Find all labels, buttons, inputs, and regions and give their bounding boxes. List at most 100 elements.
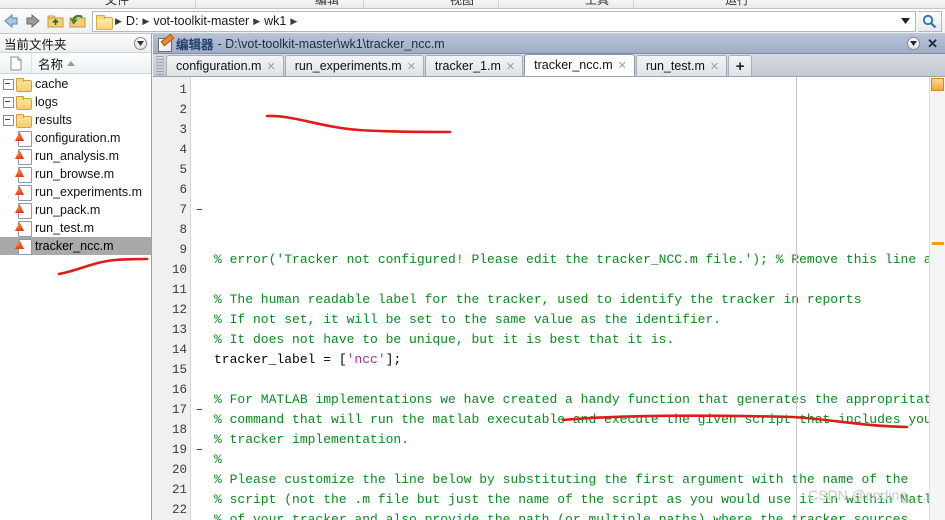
fold-mark[interactable] (191, 340, 208, 360)
fold-mark[interactable] (191, 280, 208, 300)
file-list-item[interactable]: run_analysis.m (0, 147, 151, 165)
expand-toggle-icon[interactable] (2, 96, 14, 108)
code-line[interactable]: % If not set, it will be set to the same… (208, 310, 945, 330)
code-line[interactable]: % error('Tracker not configured! Please … (208, 250, 945, 270)
menu-item-file[interactable]: 文件 (105, 0, 129, 8)
search-icon[interactable] (918, 10, 942, 32)
up-folder-icon[interactable] (44, 10, 66, 32)
expand-toggle-icon[interactable] (2, 78, 14, 90)
tab-close-icon[interactable]: ✕ (618, 59, 627, 72)
editor-tab[interactable]: configuration.m ✕ (166, 55, 284, 76)
code-line[interactable]: % The human readable label for the track… (208, 290, 945, 310)
fold-mark[interactable] (191, 320, 208, 340)
line-number: 10 (171, 263, 187, 277)
editor-tab[interactable]: tracker_ncc.m ✕ (524, 54, 635, 76)
code-line[interactable]: % script (not the .m file but just the n… (208, 490, 945, 510)
code-line[interactable] (208, 370, 945, 390)
address-field[interactable]: ▶ D: ▶ vot-toolkit-master ▶ wk1 ▶ (92, 10, 916, 32)
code-editor-area[interactable]: 1 2 3 4 5 6 7 8 9 10 11 12 13 14 15 16 17 18 19 20 21 22 – – – … (153, 77, 945, 520)
file-list-item[interactable]: run_test.m (0, 219, 151, 237)
expand-toggle-icon[interactable] (2, 114, 14, 126)
editor-tab[interactable]: run_experiments.m ✕ (284, 55, 424, 76)
column-header-name[interactable]: 名称 (32, 54, 151, 73)
fold-mark[interactable] (191, 500, 208, 520)
file-list-item[interactable]: run_experiments.m (0, 183, 151, 201)
code-line[interactable] (208, 270, 945, 290)
menu-item-tools[interactable]: 工具 (585, 0, 609, 8)
fold-mark[interactable]: – (191, 400, 208, 420)
vertical-scrollbar[interactable] (929, 77, 945, 520)
fold-mark[interactable] (191, 160, 208, 180)
matlab-file-icon (15, 167, 32, 183)
editor-tab[interactable]: run_test.m ✕ (635, 55, 728, 76)
fold-mark[interactable] (191, 300, 208, 320)
file-list-item[interactable]: results (0, 111, 151, 129)
close-icon[interactable]: ✕ (927, 37, 938, 50)
matlab-file-icon (15, 203, 32, 219)
tab-strip-grip[interactable] (156, 56, 164, 75)
code-line[interactable]: % Please customize the line below by sub… (208, 470, 945, 490)
code-token-comment: % tracker implementation. (214, 432, 410, 447)
fold-mark[interactable] (191, 120, 208, 140)
fold-mark[interactable] (191, 260, 208, 280)
menu-item-view[interactable]: 视图 (450, 0, 474, 8)
editor-tab[interactable]: tracker_1.m ✕ (424, 55, 524, 76)
code-line[interactable]: % command that will run the matlab execu… (208, 410, 945, 430)
current-folder-title: 当前文件夹 (4, 37, 67, 52)
code-line[interactable]: % For MATLAB implementations we have cre… (208, 390, 945, 410)
file-list-item-label: run_experiments.m (35, 185, 142, 199)
editor-options-chevron-down-circle-icon[interactable] (907, 37, 921, 50)
breadcrumb-item-drive[interactable]: D: (123, 14, 142, 28)
file-list-item[interactable]: run_pack.m (0, 201, 151, 219)
file-list-item[interactable]: tracker_ncc.m (0, 237, 151, 255)
file-list-item[interactable]: cache (0, 75, 151, 93)
back-arrow-icon[interactable] (0, 10, 22, 32)
fold-mark[interactable] (191, 220, 208, 240)
fold-mark[interactable] (191, 100, 208, 120)
fold-mark[interactable] (191, 480, 208, 500)
menu-item-run[interactable]: 运行 (725, 0, 749, 8)
editor-title-path: - D:\vot-toolkit-master\wk1\tracker_ncc.… (217, 36, 445, 51)
tab-close-icon[interactable]: ✕ (266, 60, 275, 73)
chevron-down-icon[interactable] (897, 12, 913, 31)
forward-arrow-icon[interactable] (22, 10, 44, 32)
fold-mark[interactable] (191, 360, 208, 380)
file-list-item[interactable]: configuration.m (0, 129, 151, 147)
fold-mark[interactable]: – (191, 440, 208, 460)
code-line[interactable]: % It does not have to be unique, but it … (208, 330, 945, 350)
code-line[interactable]: % tracker implementation. (208, 430, 945, 450)
sort-ascending-icon (67, 60, 76, 66)
fold-mark[interactable]: – (191, 200, 208, 220)
fold-mark[interactable] (191, 380, 208, 400)
fold-mark[interactable] (191, 80, 208, 100)
tab-close-icon[interactable]: ✕ (506, 60, 515, 73)
menu-item-edit[interactable]: 编辑 (315, 0, 339, 8)
tab-close-icon[interactable]: ✕ (710, 60, 719, 73)
file-list-item-label: logs (35, 95, 58, 109)
scrollbar-status-marker[interactable] (931, 78, 944, 91)
fold-mark-column[interactable]: – – – (191, 77, 208, 520)
code-line[interactable] (208, 230, 945, 250)
refresh-folder-icon[interactable] (66, 10, 88, 32)
fold-mark[interactable] (191, 420, 208, 440)
fold-mark[interactable] (191, 180, 208, 200)
fold-mark[interactable] (191, 140, 208, 160)
code-line[interactable]: tracker_label = ['ncc']; (208, 350, 945, 370)
line-number: 20 (171, 463, 187, 477)
breadcrumb-item-project[interactable]: vot-toolkit-master (150, 14, 252, 28)
chevron-down-circle-icon[interactable] (134, 36, 147, 50)
fold-mark[interactable] (191, 460, 208, 480)
line-number: 18 (171, 423, 187, 437)
code-line[interactable]: % (208, 450, 945, 470)
tab-close-icon[interactable]: ✕ (407, 60, 416, 73)
fold-mark[interactable] (191, 240, 208, 260)
breadcrumb-item-wk1[interactable]: wk1 (261, 14, 289, 28)
editor-pencil-icon (157, 37, 172, 51)
file-list-item[interactable]: run_browse.m (0, 165, 151, 183)
file-list-item[interactable]: logs (0, 93, 151, 111)
code-content[interactable]: CSDN @coding..... % error('Tracker not c… (208, 77, 945, 520)
code-line[interactable]: % of your tracker and also provide the p… (208, 510, 945, 520)
new-tab-button[interactable]: + (728, 55, 753, 76)
